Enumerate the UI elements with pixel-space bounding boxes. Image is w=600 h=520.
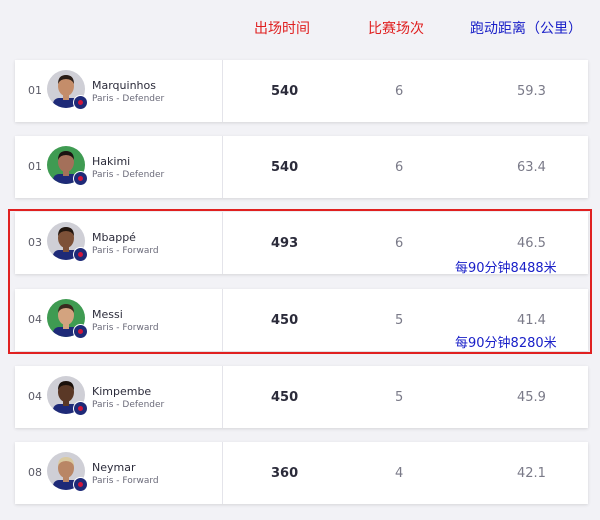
player-team-position: Paris - Defender	[92, 94, 165, 104]
club-badge-icon	[73, 95, 88, 110]
matches-played: 6	[395, 160, 404, 175]
column-header-matches: 比赛场次	[368, 21, 424, 37]
column-header-distance: 跑动距离（公里）	[470, 21, 582, 37]
matches-played: 5	[395, 390, 404, 405]
distance-covered: 42.1	[517, 466, 546, 481]
player-team-position: Paris - Defender	[92, 400, 165, 410]
player-row[interactable]: 08 Neymar Paris - Forward 360 4 42.1	[15, 442, 588, 504]
club-badge-icon	[73, 171, 88, 186]
minutes-played: 360	[271, 466, 299, 481]
player-row[interactable]: 01 Marquinhos Paris - Defender 540 6 59.…	[15, 60, 588, 122]
player-row[interactable]: 04 Kimpembe Paris - Defender 450 5 45.9	[15, 366, 588, 428]
player-team-position: Paris - Defender	[92, 170, 165, 180]
column-header-time: 出场时间	[254, 21, 310, 37]
distance-covered: 45.9	[517, 390, 546, 405]
minutes-played: 450	[271, 390, 299, 405]
player-row[interactable]: 01 Hakimi Paris - Defender 540 6 63.4	[15, 136, 588, 198]
club-badge-icon	[73, 477, 88, 492]
club-badge-icon	[73, 401, 88, 416]
minutes-played: 540	[271, 84, 299, 99]
player-rank: 08	[28, 466, 42, 479]
player-name[interactable]: Neymar	[92, 461, 135, 474]
player-rank: 01	[28, 84, 42, 97]
matches-played: 4	[395, 466, 404, 481]
column-divider	[222, 366, 223, 428]
player-rank: 01	[28, 160, 42, 173]
player-team-position: Paris - Forward	[92, 476, 159, 486]
player-name[interactable]: Hakimi	[92, 155, 130, 168]
player-rank: 04	[28, 390, 42, 403]
matches-played: 6	[395, 84, 404, 99]
distance-covered: 63.4	[517, 160, 546, 175]
mbappe-per90-annotation: 每90分钟8488米	[455, 261, 557, 276]
player-name[interactable]: Marquinhos	[92, 79, 156, 92]
column-divider	[222, 442, 223, 504]
minutes-played: 540	[271, 160, 299, 175]
distance-covered: 59.3	[517, 84, 546, 99]
column-divider	[222, 60, 223, 122]
column-divider	[222, 136, 223, 198]
messi-per90-annotation: 每90分钟8280米	[455, 336, 557, 351]
player-name[interactable]: Kimpembe	[92, 385, 151, 398]
